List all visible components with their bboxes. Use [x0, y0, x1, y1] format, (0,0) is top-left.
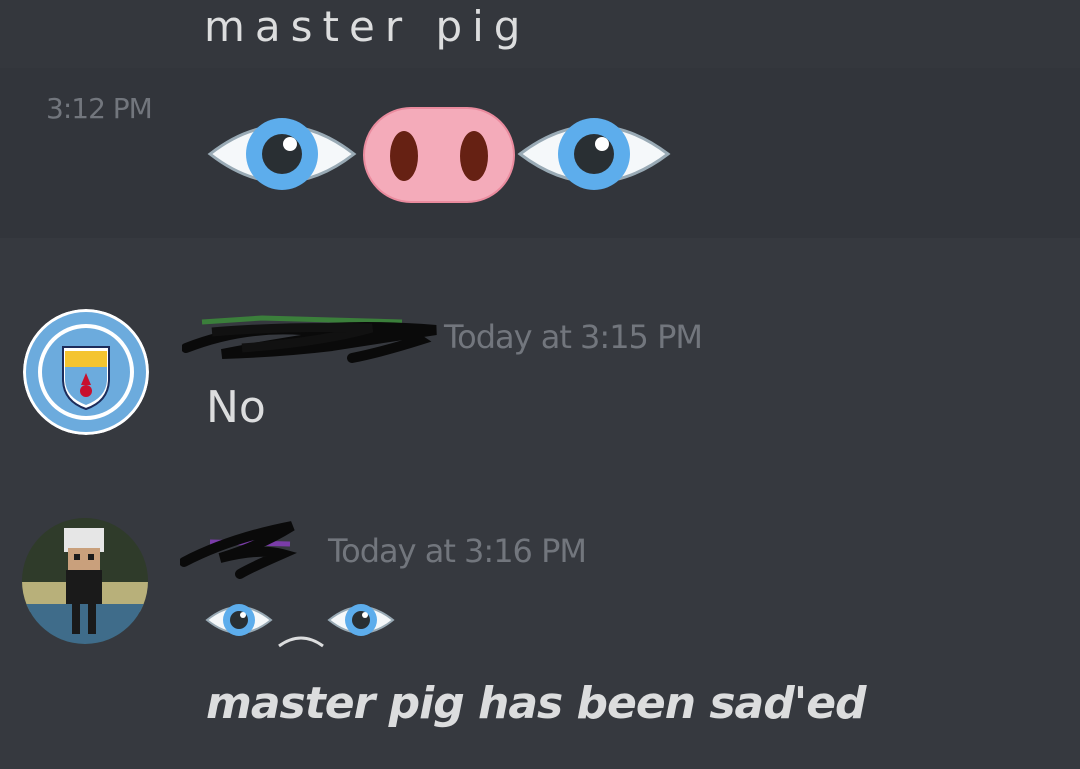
avatar[interactable]	[22, 518, 148, 644]
redacted-username[interactable]	[182, 308, 444, 366]
message-row-previous	[0, 0, 1080, 68]
message-text: No	[206, 382, 266, 433]
compact-timestamp: 3:12 PM	[46, 92, 153, 125]
redacted-username[interactable]	[180, 518, 302, 580]
message-text-master-pig: master pig	[204, 2, 531, 51]
chat-message-list: master pig 3:12 PM Today at 3:15 PM No T…	[0, 0, 1080, 769]
message-timestamp: Today at 3:15 PM	[444, 318, 703, 356]
frown-mouth-icon	[278, 636, 324, 648]
eye-icon	[327, 604, 395, 636]
avatar[interactable]	[23, 309, 149, 435]
message-timestamp: Today at 3:16 PM	[328, 532, 587, 570]
eye-icon	[207, 118, 357, 190]
pig-nose-icon	[363, 107, 515, 203]
message-text: master pig has been sad'ed	[206, 678, 867, 729]
manchester-city-badge-icon	[23, 309, 149, 435]
message-emoji-row	[205, 590, 401, 658]
eye-icon	[205, 604, 273, 636]
message-emoji-row	[206, 104, 676, 204]
eye-icon	[517, 118, 671, 190]
pixel-character-avatar-icon	[22, 518, 148, 644]
